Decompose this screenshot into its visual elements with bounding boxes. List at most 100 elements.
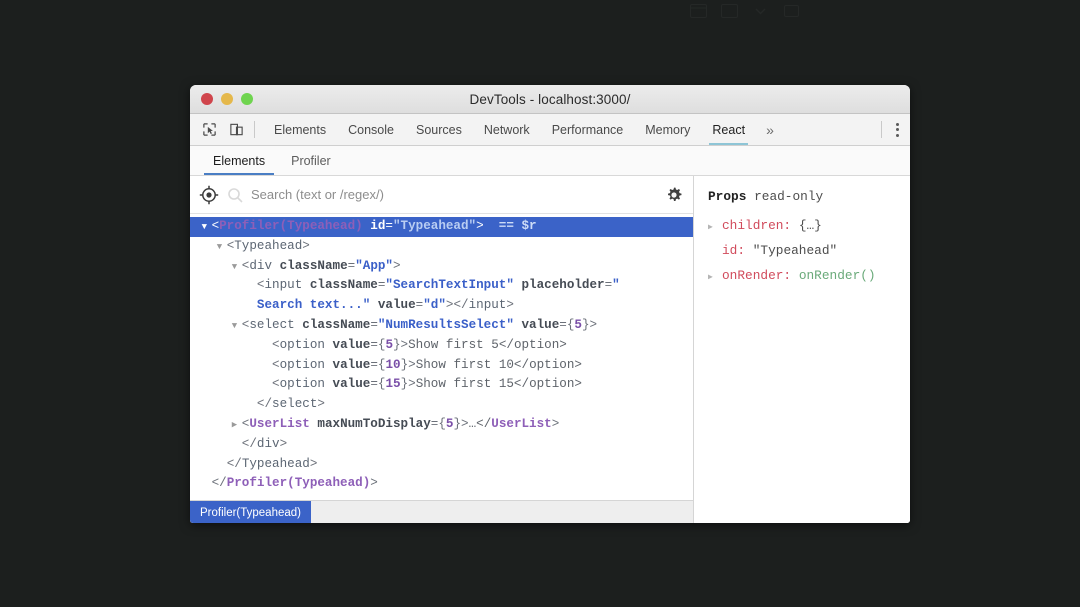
- tree-row[interactable]: <select className="NumResultsSelect" val…: [190, 316, 693, 336]
- tree-token: Profiler(Typeahead): [226, 476, 371, 491]
- tree-row[interactable]: </select>: [190, 395, 693, 415]
- tab-console[interactable]: Console: [337, 114, 405, 145]
- search-toolbar: Search (text or /regex/): [190, 176, 693, 214]
- inspect-cursor-icon[interactable]: [199, 120, 219, 140]
- search-input[interactable]: Search (text or /regex/): [251, 187, 657, 202]
- tree-token: input: [468, 298, 507, 313]
- tree-token: [484, 219, 499, 233]
- tree-row[interactable]: <Profiler(Typeahead) id="Typeahead"> == …: [190, 217, 693, 237]
- tree-token: Show first 15</: [415, 377, 530, 392]
- breadcrumb-item-profiler[interactable]: Profiler(Typeahead): [190, 501, 311, 523]
- tree-token: </: [226, 456, 242, 471]
- tree-token: value: [377, 298, 416, 313]
- kebab-menu-icon[interactable]: [884, 114, 910, 145]
- tree-arrow-placeholder: [202, 475, 212, 495]
- tree-row[interactable]: </Profiler(Typeahead)>: [190, 474, 693, 494]
- tree-token: </: [211, 476, 227, 491]
- tree-token: option: [279, 377, 325, 392]
- tree-row[interactable]: <option value={10}>Show first 10</option…: [190, 356, 693, 376]
- tree-row[interactable]: Search text..." value="d"></input>: [190, 296, 693, 316]
- tree-row[interactable]: <Typeahead>: [190, 237, 693, 257]
- tree-token: =: [370, 377, 378, 392]
- tree-token: value: [332, 377, 371, 392]
- tree-token: }>: [393, 337, 409, 352]
- chevron-down-icon[interactable]: [232, 317, 242, 337]
- breadcrumb: Profiler(Typeahead): [190, 500, 693, 523]
- prop-row[interactable]: onRender: onRender(): [708, 264, 910, 289]
- tab-elements[interactable]: Elements: [263, 114, 337, 145]
- tree-token: >: [317, 397, 325, 412]
- tree-token: =: [370, 317, 378, 332]
- tree-token: option>: [513, 337, 567, 352]
- tree-row[interactable]: <div className="App">: [190, 257, 693, 277]
- prop-key: onRender:: [722, 268, 792, 283]
- tab-network[interactable]: Network: [473, 114, 541, 145]
- subtab-profiler[interactable]: Profiler: [278, 146, 344, 175]
- tree-row[interactable]: </Typeahead>: [190, 455, 693, 475]
- tree-token: >: [551, 416, 560, 431]
- chevron-right-icon[interactable]: [232, 416, 242, 436]
- prop-row[interactable]: children: {…}: [708, 214, 910, 239]
- device-toolbar-icon[interactable]: [226, 120, 246, 140]
- tree-token: value: [521, 317, 560, 332]
- chevron-down-icon[interactable]: [202, 218, 212, 238]
- devtools-tabbar: Elements Console Sources Network Perform…: [190, 114, 910, 146]
- tree-token: option>: [529, 377, 582, 392]
- more-tabs-icon[interactable]: »: [756, 114, 784, 145]
- chevron-right-icon[interactable]: [708, 266, 722, 289]
- tree-row[interactable]: <input className="SearchTextInput" place…: [190, 276, 693, 296]
- chevron-right-icon[interactable]: [708, 216, 722, 239]
- tree-token: "Typeahead": [392, 219, 477, 233]
- prop-value: {…}: [798, 218, 822, 233]
- target-crosshair-icon[interactable]: [199, 185, 219, 205]
- tree-token: ": [612, 278, 620, 293]
- tree-token: }>: [581, 317, 598, 332]
- tab-label: Sources: [415, 122, 462, 137]
- tree-token: [370, 298, 378, 312]
- tree-token: Show first 5</: [408, 337, 514, 352]
- tree-token: 15: [385, 377, 401, 392]
- react-subtabs: Elements Profiler: [190, 146, 910, 176]
- tab-label: Memory: [645, 122, 691, 137]
- chevron-down-icon[interactable]: [217, 238, 227, 258]
- tree-token: UserList: [249, 416, 310, 431]
- tree-token: "SearchTextInput": [385, 278, 514, 293]
- tree-token: </: [241, 436, 257, 451]
- tree-token: "d": [423, 298, 446, 313]
- tree-row[interactable]: <option value={5}>Show first 5</option>: [190, 336, 693, 356]
- tree-token: Search text...": [256, 298, 371, 313]
- tree-row[interactable]: <UserList maxNumToDisplay={5}>…</UserLis…: [190, 415, 693, 435]
- tree-token: [325, 338, 333, 352]
- prop-value: "Typeahead": [752, 243, 838, 258]
- tree-arrow-placeholder: [232, 436, 242, 456]
- tree-token: UserList: [491, 416, 552, 431]
- tree-row[interactable]: </div>: [190, 435, 693, 455]
- tree-token: 10: [385, 357, 401, 372]
- subtab-elements[interactable]: Elements: [200, 146, 278, 175]
- chevron-down-icon[interactable]: [232, 258, 242, 278]
- tree-token: input: [264, 278, 303, 293]
- tree-token: Show first 10</: [415, 357, 530, 372]
- tab-label: Performance: [551, 122, 624, 137]
- tree-arrow-placeholder: [247, 396, 257, 416]
- tab-performance[interactable]: Performance: [541, 114, 635, 145]
- element-tree[interactable]: <Profiler(Typeahead) id="Typeahead"> == …: [190, 214, 693, 500]
- tab-react[interactable]: React: [701, 114, 756, 145]
- tree-row[interactable]: <option value={15}>Show first 15</option…: [190, 375, 693, 395]
- prop-key: children:: [722, 218, 792, 233]
- tree-token: =: [559, 317, 567, 332]
- tree-token: id: [370, 219, 386, 233]
- tree-token: className: [302, 317, 371, 332]
- tree-token: [325, 358, 333, 372]
- tree-token: >: [279, 436, 288, 451]
- chevron-down-icon: [752, 4, 769, 18]
- tree-arrow-placeholder: [262, 337, 272, 357]
- tab-memory[interactable]: Memory: [634, 114, 701, 145]
- tab-sources[interactable]: Sources: [405, 114, 473, 145]
- gear-icon[interactable]: [665, 186, 683, 204]
- prop-row[interactable]: id: "Typeahead": [708, 239, 910, 264]
